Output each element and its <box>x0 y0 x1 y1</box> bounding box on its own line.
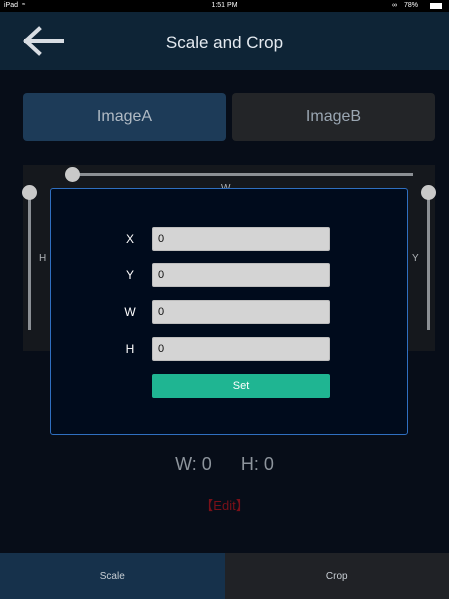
field-row-w: W 0 <box>51 300 409 324</box>
set-button[interactable]: Set <box>152 374 330 398</box>
h-input[interactable]: 0 <box>152 337 330 361</box>
battery-percent: 78% <box>404 2 419 9</box>
width-slider-thumb[interactable] <box>65 167 80 182</box>
page-title: Scale and Crop <box>165 33 284 52</box>
y-slider-thumb[interactable] <box>421 185 436 200</box>
header: Scale and Crop <box>0 12 449 70</box>
x-label: X <box>125 232 134 246</box>
battery-icon <box>430 3 442 9</box>
tab-image-a[interactable]: ImageA <box>23 93 226 141</box>
height-label: H <box>39 253 47 264</box>
width-slider-track[interactable] <box>73 173 413 176</box>
h-label: H <box>125 342 135 356</box>
height-slider-track[interactable] <box>28 195 31 330</box>
field-row-h: H 0 <box>51 337 409 361</box>
status-time: 1:51 PM <box>211 2 238 9</box>
x-input[interactable]: 0 <box>152 227 330 251</box>
tab-crop[interactable]: Crop <box>224 553 449 599</box>
y-label: Y <box>125 268 134 282</box>
bottom-tab-bar: Scale Crop <box>0 553 449 599</box>
y-slider-track[interactable] <box>427 195 430 330</box>
width-value: W: 0 <box>175 454 212 474</box>
field-row-x: X 0 <box>51 227 409 251</box>
height-value: H: 0 <box>240 454 274 474</box>
y-input[interactable]: 0 <box>152 263 330 287</box>
size-info: W: 0 H: 0 <box>0 454 449 475</box>
edit-link[interactable]: 【Edit】 <box>0 495 449 514</box>
crop-dialog: X 0 Y 0 W 0 H 0 Set <box>50 188 408 435</box>
tab-image-b[interactable]: ImageB <box>232 93 435 141</box>
bluetooth-icon: ∞ <box>392 2 397 9</box>
tab-scale[interactable]: Scale <box>0 553 225 599</box>
field-row-y: Y 0 <box>51 263 409 287</box>
y-label: Y <box>412 253 419 264</box>
w-label: W <box>124 305 136 319</box>
w-input[interactable]: 0 <box>152 300 330 324</box>
height-slider-thumb[interactable] <box>22 185 37 200</box>
status-bar: iPad ≈ 1:51 PM ∞ 78% <box>0 0 449 12</box>
